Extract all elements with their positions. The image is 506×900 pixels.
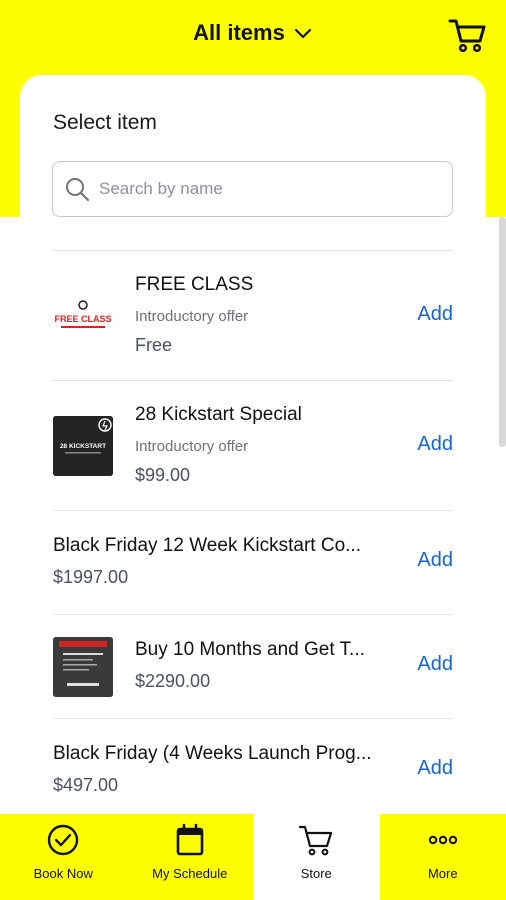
tab-label: Store [300, 866, 332, 881]
cart-icon[interactable] [447, 15, 487, 55]
item-picker-sheet: Select item FREE CLASS FREE CLASS Introd… [20, 75, 486, 835]
chevron-down-icon [293, 23, 313, 43]
list-item[interactable]: Black Friday 12 Week Kickstart Co... $19… [53, 510, 453, 614]
search-input[interactable] [99, 179, 419, 199]
item-subtitle: Introductory offer [135, 308, 249, 325]
thumb-text: 28 KICKSTART [60, 443, 106, 450]
add-button[interactable]: Add [417, 303, 453, 326]
item-thumbnail [53, 637, 113, 697]
item-list: FREE CLASS FREE CLASS Introductory offer… [53, 250, 453, 822]
item-name: FREE CLASS [135, 274, 254, 295]
search-icon [63, 175, 91, 203]
add-button[interactable]: Add [417, 549, 453, 572]
item-name: Black Friday 12 Week Kickstart Co... [53, 535, 361, 556]
add-button[interactable]: Add [417, 433, 453, 456]
add-button[interactable]: Add [417, 653, 453, 676]
scrollbar[interactable] [499, 217, 506, 447]
item-name: 28 Kickstart Special [135, 404, 302, 425]
item-subtitle: Introductory offer [135, 438, 249, 455]
cart-icon [298, 822, 334, 858]
item-name: Buy 10 Months and Get T... [135, 639, 365, 660]
more-dots-icon [425, 822, 461, 858]
tab-label: My Schedule [152, 866, 228, 881]
add-button[interactable]: Add [417, 757, 453, 780]
thumb-text: FREE CLASS [54, 314, 111, 324]
item-price: $1997.00 [53, 567, 129, 587]
item-price: Free [135, 335, 173, 355]
list-item[interactable]: 28 KICKSTART 28 Kickstart Special Introd… [53, 380, 453, 510]
tab-my-schedule[interactable]: My Schedule [126, 814, 253, 900]
app-header: All items [0, 0, 506, 72]
list-item[interactable]: FREE CLASS FREE CLASS Introductory offer… [53, 250, 453, 380]
category-dropdown[interactable]: All items [0, 20, 506, 46]
item-thumbnail: FREE CLASS [53, 291, 113, 351]
list-item[interactable]: Buy 10 Months and Get T... $2290.00 Add [53, 614, 453, 718]
sheet-title: Select item [53, 111, 157, 134]
item-thumbnail: 28 KICKSTART [53, 416, 113, 476]
item-price: $2290.00 [135, 671, 211, 691]
tab-more[interactable]: More [379, 814, 506, 900]
item-price: $99.00 [135, 465, 191, 485]
tab-book-now[interactable]: Book Now [0, 814, 127, 900]
search-box[interactable] [52, 161, 453, 217]
tab-store[interactable]: Store [253, 814, 380, 900]
tab-label: Book Now [33, 866, 93, 881]
bottom-tab-bar: Book Now My Schedule Store More [0, 814, 506, 900]
category-title: All items [193, 20, 285, 45]
list-item[interactable]: Black Friday (4 Weeks Launch Prog... $49… [53, 718, 453, 822]
tab-label: More [427, 866, 458, 881]
item-price: $497.00 [53, 775, 119, 795]
item-name: Black Friday (4 Weeks Launch Prog... [53, 743, 372, 764]
calendar-icon [172, 822, 208, 858]
check-circle-icon [45, 822, 81, 858]
